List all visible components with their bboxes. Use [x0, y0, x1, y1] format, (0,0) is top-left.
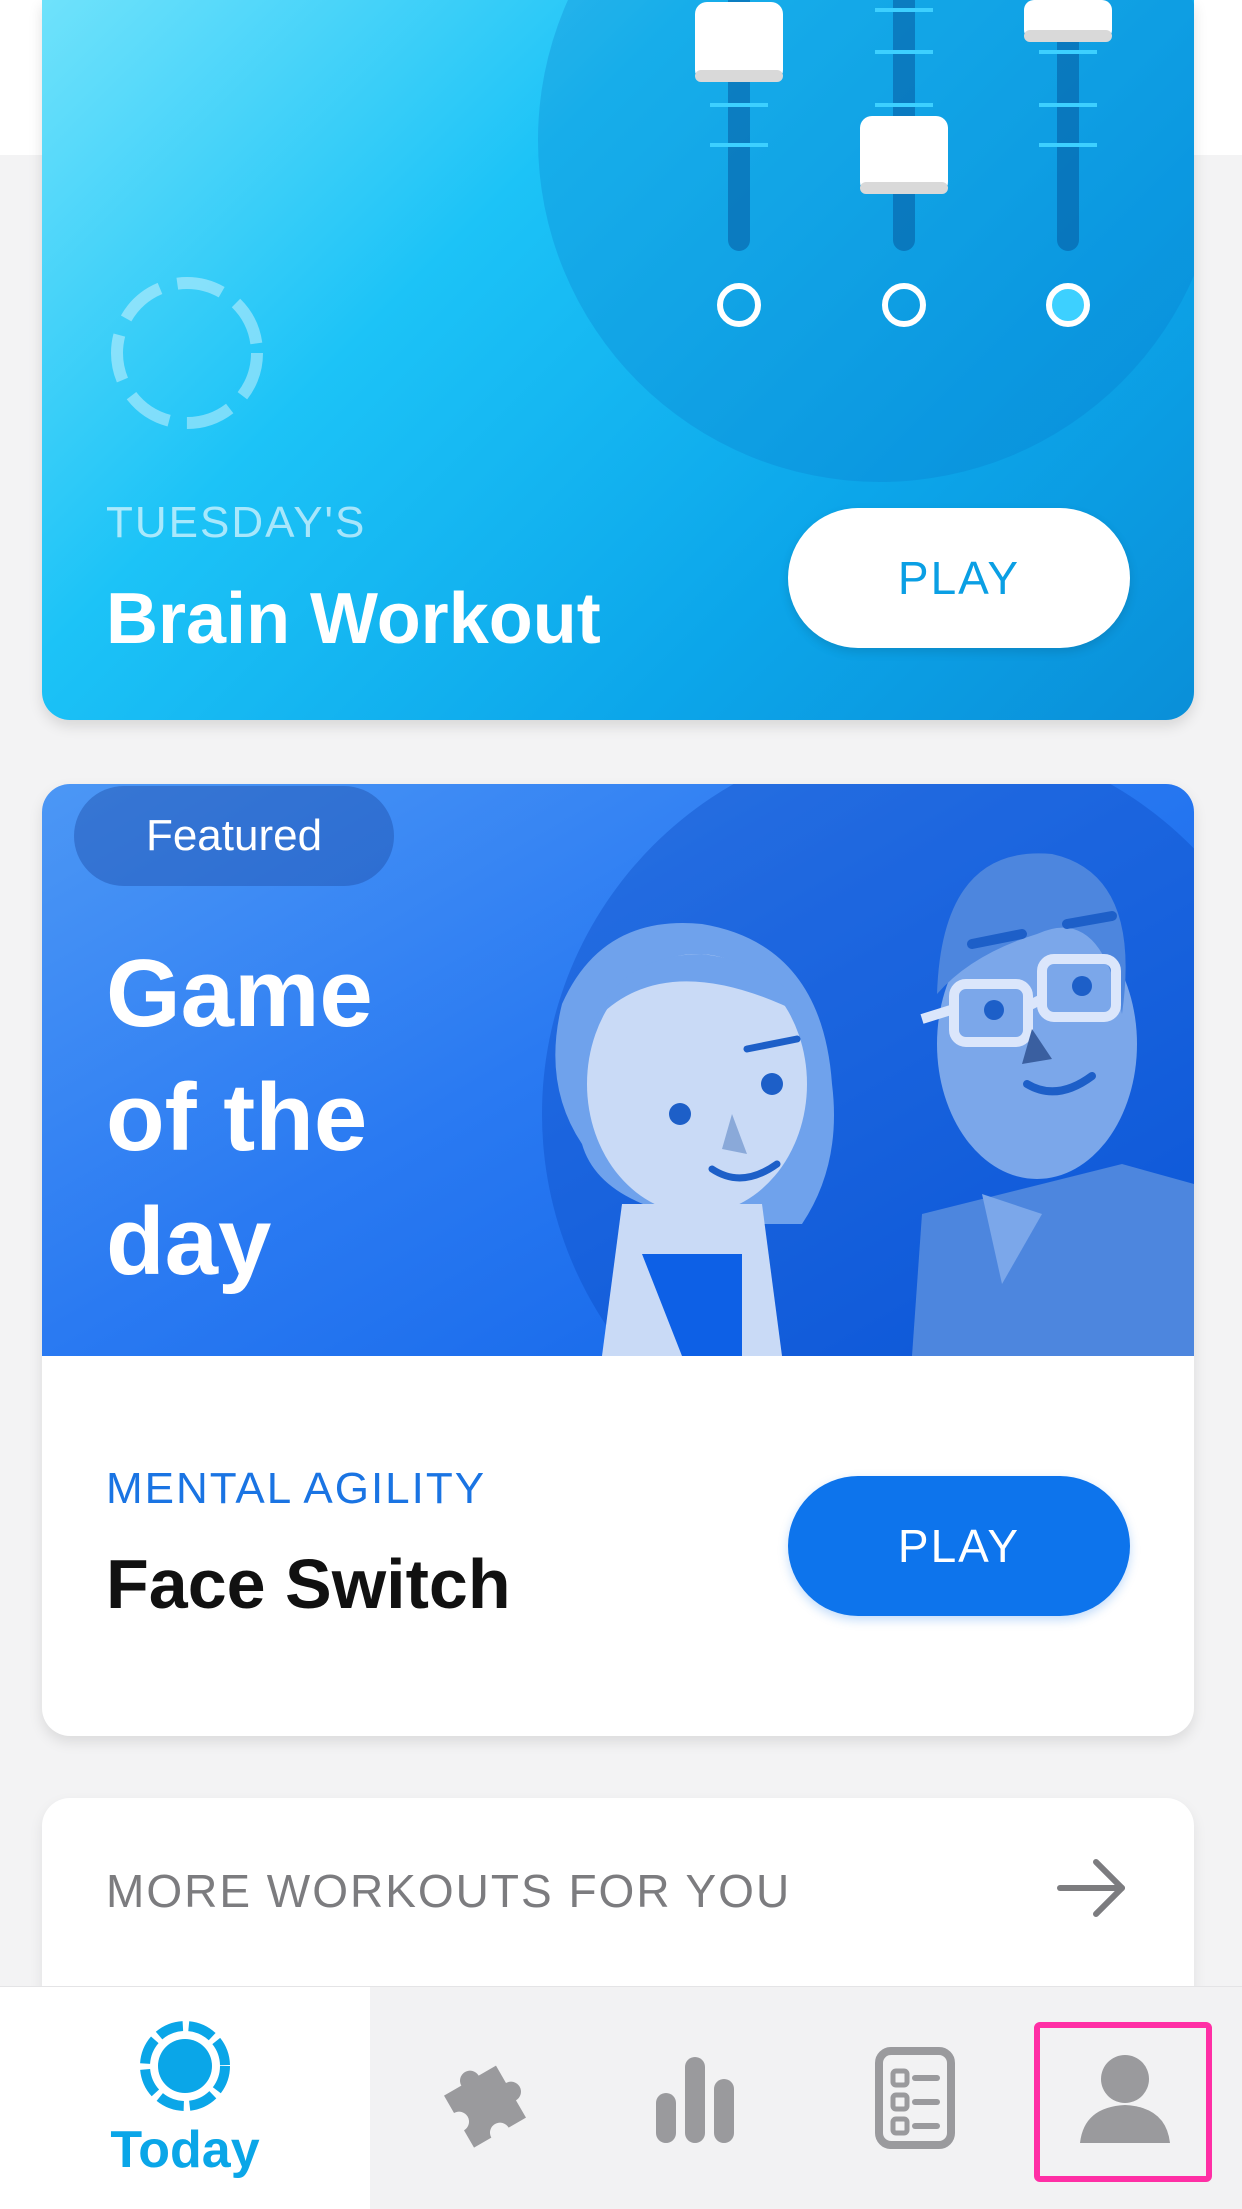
progress-ring-icon [111, 277, 263, 429]
featured-title: Game of the day [106, 932, 526, 1304]
game-of-the-day-card[interactable]: Featured Game of the day MENTAL AGILITY … [42, 784, 1194, 1736]
checklist-icon [875, 2047, 955, 2149]
bar-chart-icon [656, 2057, 734, 2143]
game-category-label: MENTAL AGILITY [106, 1464, 487, 1513]
arrow-right-icon[interactable] [1052, 1848, 1132, 1928]
puzzle-icon [444, 2065, 526, 2148]
workout-day-label: TUESDAY'S [106, 498, 367, 547]
tab-list[interactable] [840, 1987, 990, 2209]
tab-profile[interactable] [1040, 1987, 1210, 2209]
tab-stats[interactable] [620, 1987, 770, 2209]
game-name: Face Switch [106, 1545, 511, 1623]
workout-play-button[interactable]: PLAY [788, 508, 1130, 648]
tab-games[interactable] [400, 1987, 560, 2209]
bottom-tab-bar: Today [0, 1986, 1242, 2209]
game-play-button[interactable]: PLAY [788, 1476, 1130, 1616]
featured-title-line: of the [106, 1064, 368, 1171]
featured-title-line: Game [106, 940, 373, 1047]
today-ring-icon [140, 2021, 230, 2111]
tab-today-label: Today [110, 2121, 260, 2179]
featured-hero: Featured Game of the day [42, 784, 1194, 1356]
tab-today[interactable]: Today [0, 1987, 370, 2209]
more-workouts-label: MORE WORKOUTS FOR YOU [106, 1865, 792, 1917]
person-icon [1080, 2055, 1170, 2143]
featured-title-line: day [106, 1188, 272, 1295]
workout-title: Brain Workout [106, 579, 601, 659]
brain-workout-card[interactable]: TUESDAY'S Brain Workout PLAY [42, 0, 1194, 720]
featured-badge: Featured [74, 786, 394, 886]
